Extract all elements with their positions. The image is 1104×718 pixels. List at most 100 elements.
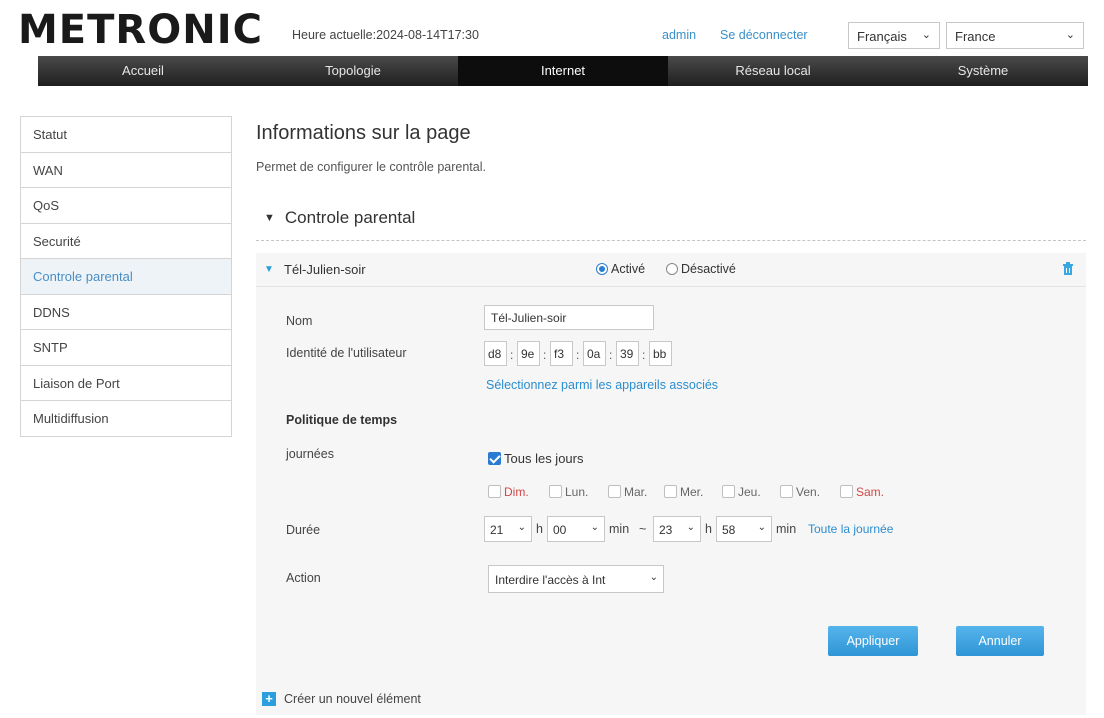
every-day-checkbox[interactable]: Tous les jours (488, 451, 583, 466)
all-day-link[interactable]: Toute la journée (808, 522, 893, 536)
plus-icon[interactable]: + (262, 692, 276, 706)
day-checkbox-ven[interactable]: Ven. (780, 485, 820, 499)
day-label: Jeu. (738, 485, 761, 499)
name-label: Nom (286, 314, 313, 328)
chevron-down-icon: ⌄ (757, 522, 766, 533)
min-unit: min (609, 522, 630, 536)
user-id-label: Identité de l'utilisateur (286, 346, 407, 360)
chevron-down-icon: ⌄ (1065, 29, 1075, 41)
action-value: Interdire l'accès à Int (495, 573, 606, 587)
day-label: Lun. (565, 485, 589, 499)
day-label: Mer. (680, 485, 704, 499)
logout-link[interactable]: Se déconnecter (720, 28, 808, 42)
chevron-down-icon: ⌄ (686, 522, 695, 533)
radio-selected-icon (596, 263, 608, 275)
duration-label: Durée (286, 523, 321, 537)
sidebar: Statut WAN QoS Securité Controle parenta… (20, 116, 232, 437)
chevron-down-icon: ⌄ (921, 29, 931, 41)
trash-icon[interactable] (1062, 261, 1074, 276)
mac-separator: : (543, 348, 547, 362)
checkbox-icon (664, 485, 677, 498)
brand-logo: METRONIC (18, 7, 263, 53)
mac-octet-6[interactable]: bb (649, 341, 672, 366)
checkbox-icon (840, 485, 853, 498)
sidebar-item-securite[interactable]: Securité (21, 223, 231, 259)
nav-tab-reseau-local[interactable]: Réseau local (668, 56, 878, 86)
mac-octet-1[interactable]: d8 (484, 341, 507, 366)
collapse-triangle-icon[interactable]: ▼ (264, 264, 274, 275)
mac-octet-2[interactable]: 9e (517, 341, 540, 366)
checkbox-icon (780, 485, 793, 498)
sidebar-item-sntp[interactable]: SNTP (21, 330, 231, 366)
collapse-triangle-icon: ▼ (264, 212, 275, 224)
nav-tab-internet[interactable]: Internet (458, 56, 668, 86)
start-hour-select[interactable]: 21 ⌄ (484, 516, 532, 542)
end-min-select[interactable]: 58 ⌄ (716, 516, 772, 542)
sidebar-item-ddns[interactable]: DDNS (21, 294, 231, 330)
checkbox-icon (608, 485, 621, 498)
clock-label: Heure actuelle: (292, 28, 377, 42)
day-checkbox-dim[interactable]: Dim. (488, 485, 529, 499)
country-value: France (955, 29, 996, 44)
start-min-value: 00 (553, 523, 567, 537)
section-divider (256, 240, 1086, 241)
create-item-link[interactable]: Créer un nouvel élément (284, 692, 421, 706)
language-value: Français (857, 29, 907, 44)
mac-octet-5[interactable]: 39 (616, 341, 639, 366)
chevron-down-icon: ⌄ (517, 522, 526, 533)
mac-separator: : (576, 348, 580, 362)
action-select[interactable]: Interdire l'accès à Int ⌄ (488, 565, 664, 593)
mac-octet-4[interactable]: 0a (583, 341, 606, 366)
nav-tab-systeme[interactable]: Système (878, 56, 1088, 86)
sidebar-item-liaison-de-port[interactable]: Liaison de Port (21, 365, 231, 401)
start-hour-value: 21 (490, 523, 504, 537)
status-inactive-radio[interactable]: Désactivé (666, 262, 736, 276)
sidebar-item-qos[interactable]: QoS (21, 188, 231, 224)
language-select[interactable]: Français ⌄ (848, 22, 940, 49)
day-label: Sam. (856, 485, 885, 499)
status-inactive-label: Désactivé (681, 262, 736, 276)
status-active-label: Activé (611, 262, 646, 276)
sidebar-item-statut[interactable]: Statut (21, 117, 231, 153)
day-checkbox-sam[interactable]: Sam. (840, 485, 884, 499)
status-active-radio[interactable]: Activé (596, 262, 645, 276)
day-label: Mar. (624, 485, 648, 499)
section-header[interactable]: ▼ Controle parental (264, 208, 415, 228)
sidebar-item-wan[interactable]: WAN (21, 152, 231, 188)
time-policy-heading: Politique de temps (286, 413, 398, 427)
end-hour-select[interactable]: 23 ⌄ (653, 516, 701, 542)
day-checkbox-lun[interactable]: Lun. (549, 485, 588, 499)
select-associated-devices-link[interactable]: Sélectionnez parmi les appareils associé… (486, 378, 718, 392)
start-min-select[interactable]: 00 ⌄ (547, 516, 605, 542)
sidebar-item-controle-parental[interactable]: Controle parental (21, 259, 231, 295)
checkbox-icon (549, 485, 562, 498)
nav-tab-accueil[interactable]: Accueil (38, 56, 248, 86)
day-checkbox-mar[interactable]: Mar. (608, 485, 647, 499)
day-checkbox-mer[interactable]: Mer. (664, 485, 703, 499)
mac-separator: : (609, 348, 613, 362)
min-unit: min (776, 522, 797, 536)
action-label: Action (286, 571, 321, 585)
every-day-label: Tous les jours (504, 451, 584, 466)
hour-unit: h (536, 522, 543, 536)
country-select[interactable]: France ⌄ (946, 22, 1084, 49)
name-input[interactable]: Tél-Julien-soir (484, 305, 654, 330)
current-time: Heure actuelle:2024-08-14T17:30 (292, 28, 479, 42)
checkbox-checked-icon (488, 452, 501, 465)
main-nav: Accueil Topologie Internet Réseau local … (38, 56, 1088, 86)
hour-unit: h (705, 522, 712, 536)
day-label: Dim. (504, 485, 529, 499)
end-min-value: 58 (722, 523, 736, 537)
chevron-down-icon: ⌄ (590, 522, 599, 533)
cancel-button[interactable]: Annuler (956, 626, 1044, 656)
mac-separator: : (510, 348, 514, 362)
page-description: Permet de configurer le contrôle parenta… (256, 160, 486, 174)
sidebar-item-multidiffusion[interactable]: Multidiffusion (21, 401, 231, 437)
day-checkbox-jeu[interactable]: Jeu. (722, 485, 761, 499)
rule-panel: ▼ Tél-Julien-soir Activé Désactivé Nom T… (256, 253, 1086, 715)
admin-link[interactable]: admin (662, 28, 696, 42)
mac-octet-3[interactable]: f3 (550, 341, 573, 366)
rule-header: ▼ Tél-Julien-soir Activé Désactivé (256, 253, 1086, 287)
apply-button[interactable]: Appliquer (828, 626, 918, 656)
nav-tab-topologie[interactable]: Topologie (248, 56, 458, 86)
